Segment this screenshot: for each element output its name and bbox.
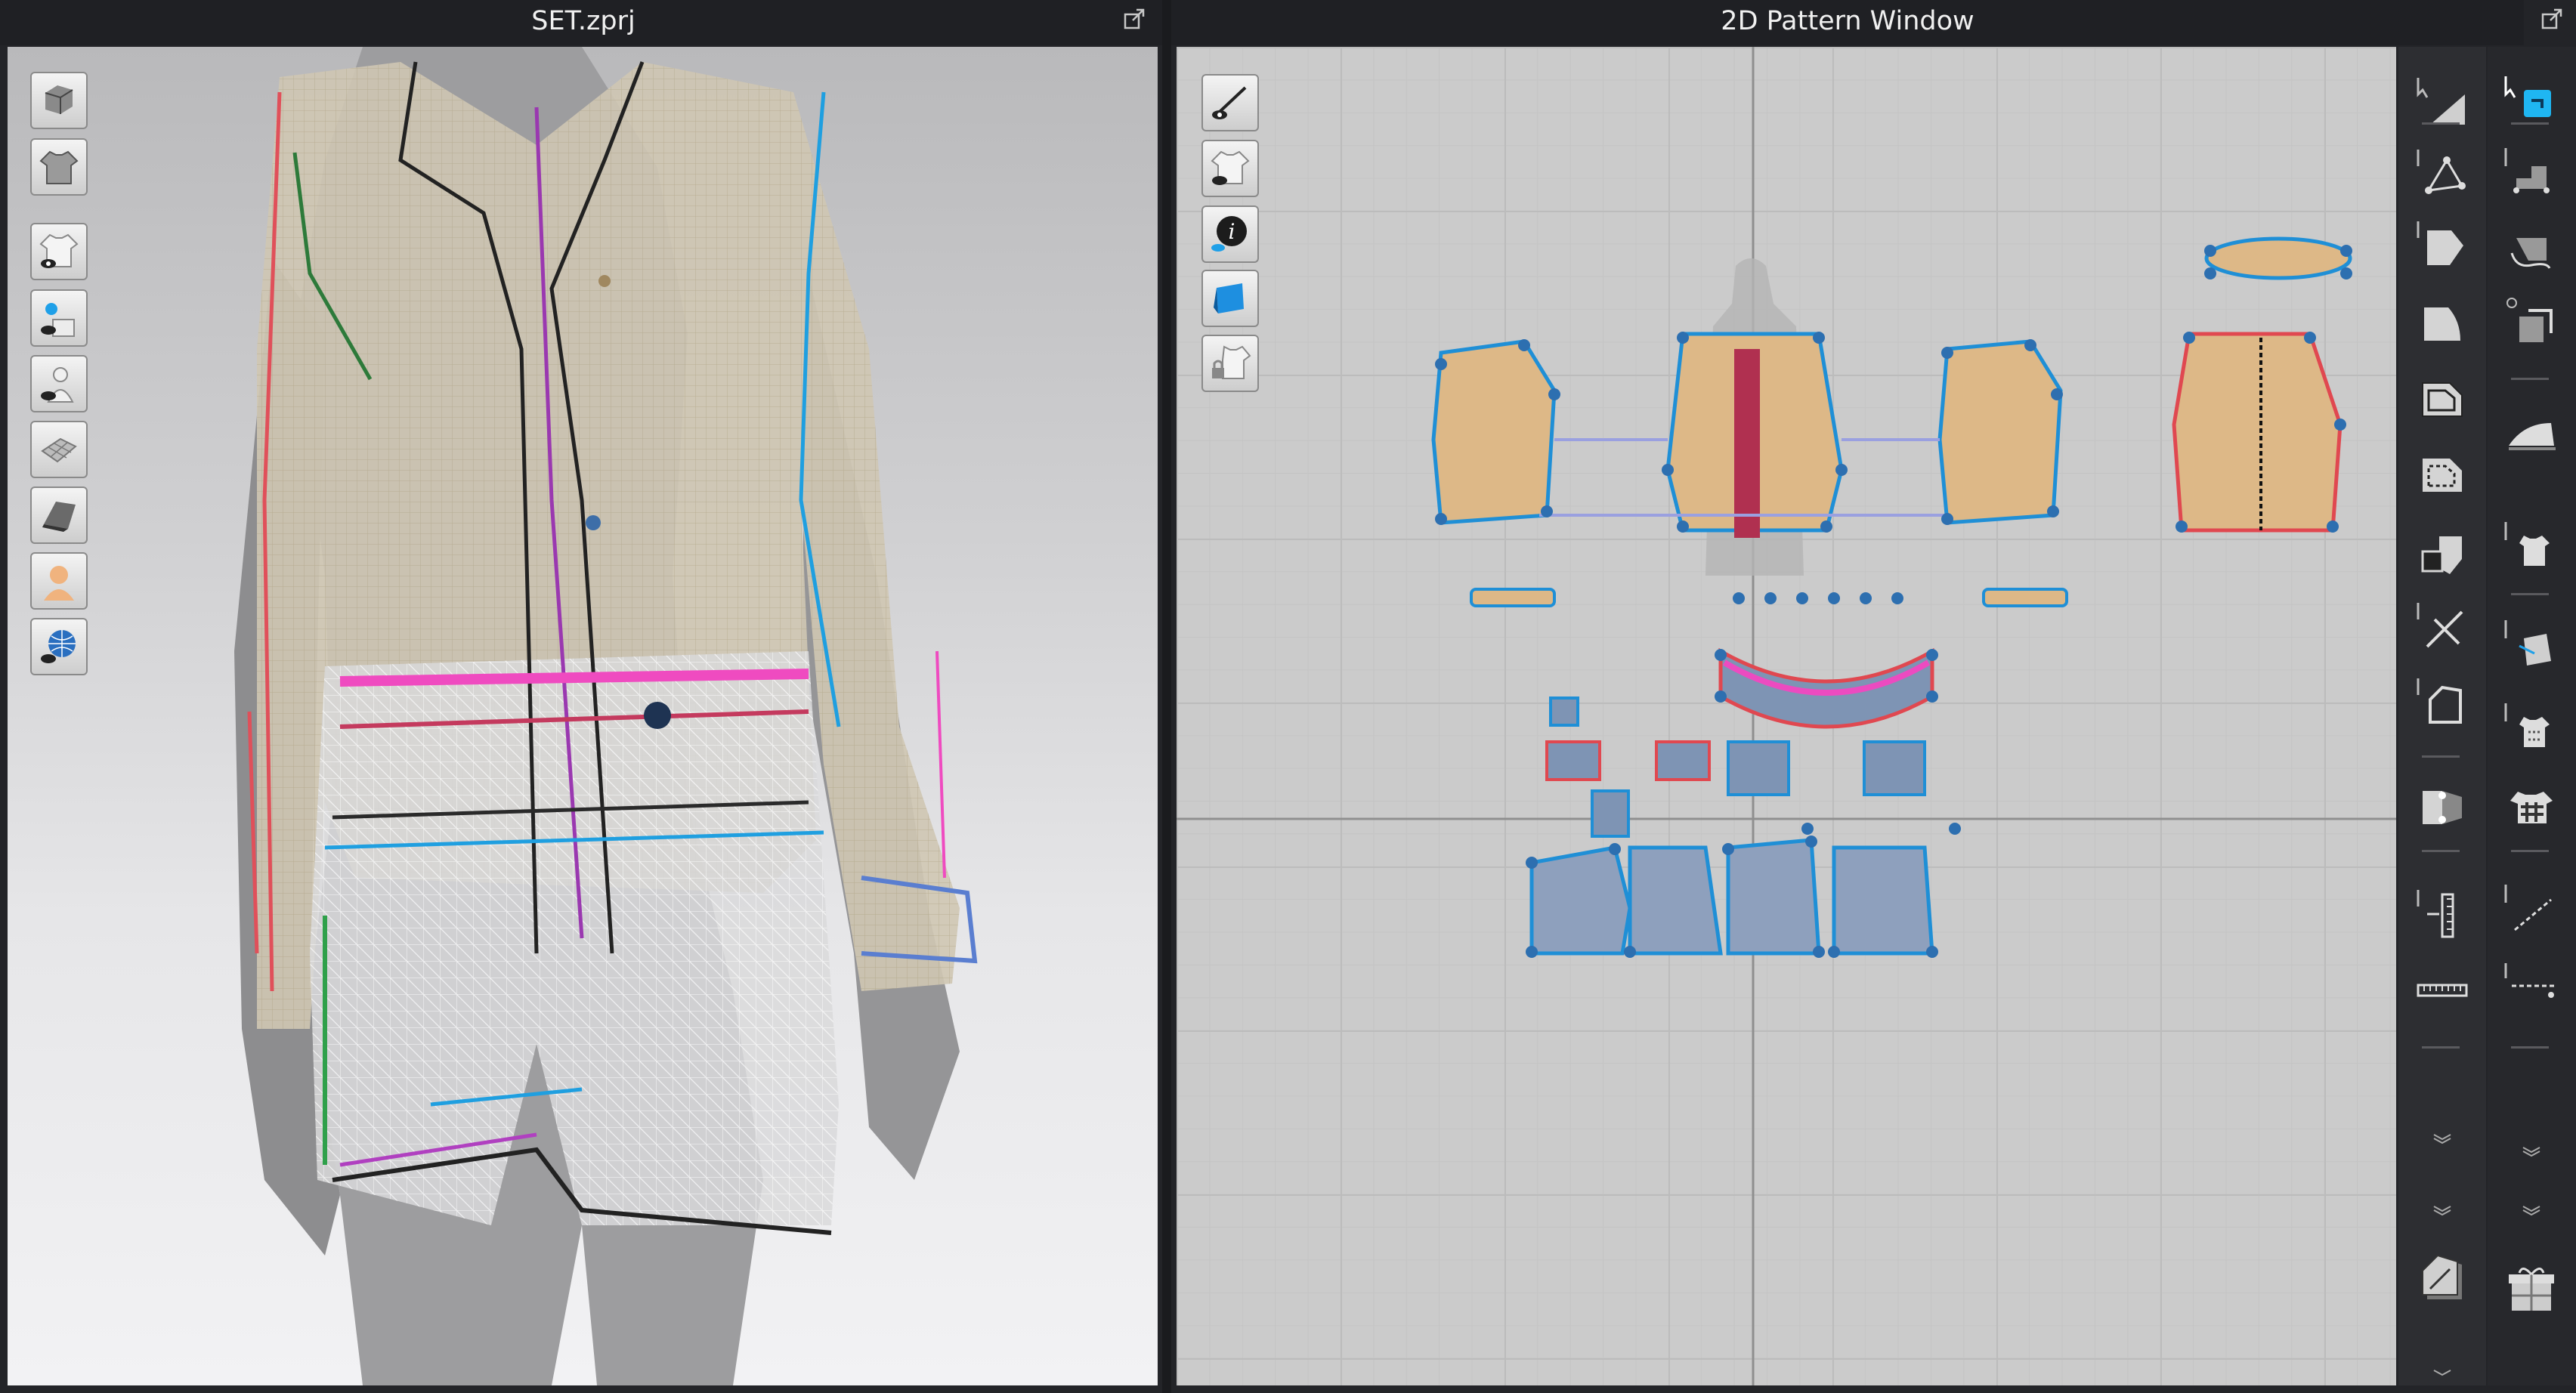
rail-separator (2422, 755, 2460, 758)
sewing-edit-icon[interactable] (2501, 144, 2562, 204)
texture-surface-button[interactable] (30, 421, 88, 478)
stitch-icon[interactable] (2501, 699, 2562, 759)
fabric-texture-icon (1214, 283, 1244, 314)
internal-rectangle-icon[interactable] (2412, 442, 2472, 502)
edit-curve-icon[interactable] (2412, 215, 2472, 276)
gift-box-icon[interactable] (2501, 1258, 2562, 1318)
rail-separator (2422, 850, 2460, 852)
cut-line-icon[interactable] (2412, 597, 2472, 657)
tack-icon[interactable] (2501, 616, 2562, 676)
rail-separator (2511, 1046, 2549, 1049)
fold-arrangement-icon[interactable] (2412, 774, 2472, 835)
garment-display-button[interactable] (30, 138, 88, 196)
double-chevron-icon[interactable] (2520, 1205, 2543, 1215)
pattern-layout (1177, 47, 2396, 1385)
iron-icon[interactable] (2501, 400, 2562, 461)
edit-point-icon[interactable] (2412, 144, 2472, 204)
m-n-sewing-icon[interactable] (2501, 291, 2562, 351)
rail-separator (2511, 850, 2549, 852)
rectangle-icon[interactable] (2412, 366, 2472, 427)
show-pattern-garment-button[interactable] (1201, 140, 1259, 197)
fold-garment-icon[interactable] (2501, 517, 2562, 578)
thick-surface-button[interactable] (30, 486, 88, 544)
pattern-info-icon: i (1211, 216, 1247, 252)
avatar-skin-button[interactable] (30, 552, 88, 610)
window-divider[interactable] (1162, 0, 1171, 1393)
pattern-grading-icon[interactable] (2412, 1246, 2472, 1307)
show-pins-icon (41, 303, 75, 337)
rail-separator (2511, 593, 2549, 595)
show-avatar-icon (41, 367, 74, 403)
texture-surface-icon (41, 437, 77, 463)
double-chevron-icon[interactable] (2431, 1133, 2454, 1144)
tape-measure-icon[interactable] (2412, 959, 2472, 1020)
free-sewing-icon[interactable] (2501, 215, 2562, 276)
show-pattern-outline-button[interactable] (1201, 74, 1259, 131)
avatar-display-icon (45, 85, 73, 114)
rail-separator (2511, 122, 2549, 125)
double-chevron-icon[interactable] (2431, 1205, 2454, 1215)
popout-3d-window-icon[interactable] (1123, 8, 1146, 30)
lock-pattern-button[interactable] (1201, 335, 1259, 392)
show-garment-button[interactable] (30, 223, 88, 280)
environment-globe-icon (41, 630, 76, 663)
rail-separator (2511, 378, 2549, 380)
rail-separator (2422, 1046, 2460, 1049)
3d-garment-viewport[interactable] (8, 47, 1158, 1385)
environment-globe-button[interactable] (30, 618, 88, 675)
garment-display-icon (39, 150, 79, 184)
topstitch-icon[interactable] (2501, 880, 2562, 941)
3d-window-title: SET.zprj (531, 6, 635, 36)
pin-icon[interactable] (2501, 772, 2562, 832)
3d-window-title-bar: SET.zprj (0, 0, 1167, 45)
polygon-icon[interactable] (2412, 291, 2472, 351)
2d-window-title-bar: 2D Pattern Window (1171, 0, 2524, 45)
avatar-skin-icon (44, 566, 74, 601)
2d-window-title: 2D Pattern Window (1721, 6, 1975, 36)
show-pins-button[interactable] (30, 289, 88, 347)
show-garment-icon (39, 233, 79, 268)
avatar-display-button[interactable] (30, 72, 88, 129)
fabric-texture-button[interactable] (1201, 270, 1259, 327)
show-pattern-garment-icon (1211, 150, 1250, 185)
popout-2d-window-icon[interactable] (2540, 8, 2563, 30)
show-avatar-button[interactable] (30, 355, 88, 412)
rail-separator (2422, 122, 2460, 125)
pattern-info-button[interactable]: i (1201, 205, 1259, 263)
double-chevron-icon[interactable] (2431, 1369, 2454, 1379)
segment-sewing-icon[interactable] (2412, 884, 2472, 944)
dart-icon[interactable] (2412, 521, 2472, 582)
thick-surface-icon (42, 502, 76, 532)
double-chevron-icon[interactable] (2520, 1146, 2543, 1157)
2d-pattern-viewport[interactable] (1177, 47, 2396, 1385)
show-pattern-outline-icon (1212, 86, 1247, 119)
avatar-garment-render (234, 47, 978, 1385)
svg-text:i: i (1229, 219, 1235, 244)
lock-pattern-icon (1212, 345, 1251, 379)
trace-icon[interactable] (2412, 672, 2472, 733)
line-edit-icon[interactable] (2501, 956, 2562, 1016)
